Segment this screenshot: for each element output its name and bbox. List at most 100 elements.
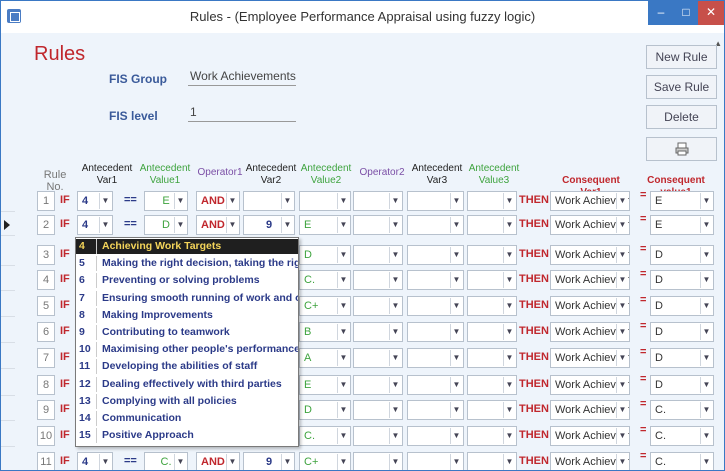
close-button[interactable]: ✕ xyxy=(698,1,724,25)
ant-val1-field[interactable]: C. ▼ xyxy=(144,452,188,470)
chevron-down-icon[interactable]: ▼ xyxy=(616,217,628,233)
maximize-button[interactable]: □ xyxy=(674,1,698,25)
op1-field[interactable]: AND ▼ xyxy=(196,191,240,211)
chevron-down-icon[interactable]: ▼ xyxy=(337,454,349,470)
cons-var1-field[interactable]: Work Achievem ▼ xyxy=(550,452,630,470)
cons-var1-field[interactable]: Work Achievem ▼ xyxy=(550,270,630,290)
chevron-down-icon[interactable]: ▼ xyxy=(281,217,293,233)
chevron-down-icon[interactable]: ▼ xyxy=(389,217,401,233)
fis-level-field[interactable]: 1 xyxy=(188,104,296,122)
ant-val2-field[interactable]: E ▼ xyxy=(299,215,351,235)
ant-val1-field[interactable]: E ▼ xyxy=(144,191,188,211)
chevron-down-icon[interactable]: ▼ xyxy=(99,193,111,209)
ant-var3-field[interactable]: ▼ xyxy=(407,426,464,446)
rule-no-field[interactable]: 11 xyxy=(37,452,55,470)
record-selector[interactable] xyxy=(1,425,15,447)
record-selector[interactable] xyxy=(1,451,15,470)
ant-var3-field[interactable]: ▼ xyxy=(407,322,464,342)
chevron-down-icon[interactable]: ▼ xyxy=(700,402,712,418)
ant-var2-field[interactable]: 9 ▼ xyxy=(243,452,295,470)
op2-field[interactable]: ▼ xyxy=(353,452,403,470)
ant-val2-field[interactable]: C+ ▼ xyxy=(299,296,351,316)
ant-var3-field[interactable]: ▼ xyxy=(407,375,464,395)
op2-field[interactable]: ▼ xyxy=(353,191,403,211)
dropdown-option[interactable]: 13 Complying with all policies xyxy=(76,393,298,409)
ant-var1-field[interactable]: 4 ▼ xyxy=(77,191,113,211)
rule-no-field[interactable]: 7 xyxy=(37,348,55,368)
chevron-down-icon[interactable]: ▼ xyxy=(450,377,462,393)
ant-val3-field[interactable]: ▼ xyxy=(467,215,517,235)
record-selector[interactable] xyxy=(1,214,15,236)
chevron-down-icon[interactable]: ▼ xyxy=(700,247,712,263)
chevron-down-icon[interactable]: ▼ xyxy=(700,193,712,209)
ant-val3-field[interactable]: ▼ xyxy=(467,270,517,290)
cons-var1-field[interactable]: Work Achievem ▼ xyxy=(550,426,630,446)
ant-val3-field[interactable]: ▼ xyxy=(467,400,517,420)
chevron-down-icon[interactable]: ▼ xyxy=(700,350,712,366)
rule-no-field[interactable]: 3 xyxy=(37,245,55,265)
new-rule-button[interactable]: New Rule xyxy=(646,45,717,69)
op2-field[interactable]: ▼ xyxy=(353,270,403,290)
ant-val3-field[interactable]: ▼ xyxy=(467,452,517,470)
fis-group-field[interactable]: Work Achievements xyxy=(188,68,296,86)
cons-val1-field[interactable]: D ▼ xyxy=(650,296,714,316)
ant-val1-field[interactable]: D ▼ xyxy=(144,215,188,235)
cons-val1-field[interactable]: C. ▼ xyxy=(650,426,714,446)
record-selector[interactable] xyxy=(1,190,15,212)
cons-val1-field[interactable]: C. ▼ xyxy=(650,400,714,420)
ant-val3-field[interactable]: ▼ xyxy=(467,296,517,316)
op2-field[interactable]: ▼ xyxy=(353,375,403,395)
dropdown-option[interactable]: 14 Communication xyxy=(76,411,298,426)
chevron-down-icon[interactable]: ▼ xyxy=(389,272,401,288)
cons-var1-field[interactable]: Work Achievem ▼ xyxy=(550,245,630,265)
dropdown-option[interactable]: 4 Achieving Work Targets xyxy=(76,239,298,254)
cons-val1-field[interactable]: D ▼ xyxy=(650,245,714,265)
chevron-down-icon[interactable]: ▼ xyxy=(616,402,628,418)
chevron-down-icon[interactable]: ▼ xyxy=(389,428,401,444)
antecedent-var-dropdown-list[interactable]: 4 Achieving Work Targets 5 Making the right… xyxy=(75,237,299,447)
chevron-down-icon[interactable]: ▼ xyxy=(503,454,515,470)
chevron-down-icon[interactable]: ▼ xyxy=(503,193,515,209)
ant-val2-field[interactable]: D ▼ xyxy=(299,400,351,420)
chevron-down-icon[interactable]: ▼ xyxy=(389,193,401,209)
cons-var1-field[interactable]: Work Achievem ▼ xyxy=(550,375,630,395)
rule-no-field[interactable]: 8 xyxy=(37,375,55,395)
chevron-down-icon[interactable]: ▼ xyxy=(503,350,515,366)
dropdown-option[interactable]: 6 Preventing or solving problems xyxy=(76,273,298,289)
chevron-down-icon[interactable]: ▼ xyxy=(700,454,712,470)
op2-field[interactable]: ▼ xyxy=(353,215,403,235)
record-selector[interactable] xyxy=(1,269,15,291)
rule-no-field[interactable]: 6 xyxy=(37,322,55,342)
ant-var3-field[interactable]: ▼ xyxy=(407,270,464,290)
ant-var3-field[interactable]: ▼ xyxy=(407,215,464,235)
chevron-down-icon[interactable]: ▼ xyxy=(616,247,628,263)
chevron-down-icon[interactable]: ▼ xyxy=(389,298,401,314)
cons-val1-field[interactable]: C. ▼ xyxy=(650,452,714,470)
chevron-down-icon[interactable]: ▼ xyxy=(700,324,712,340)
dropdown-option[interactable]: 11 Developing the abilities of staff xyxy=(76,359,298,375)
ant-val3-field[interactable]: ▼ xyxy=(467,191,517,211)
rule-no-field[interactable]: 2 xyxy=(37,215,55,235)
chevron-down-icon[interactable]: ▼ xyxy=(503,402,515,418)
chevron-down-icon[interactable]: ▼ xyxy=(450,217,462,233)
ant-var1-field[interactable]: 4 ▼ xyxy=(77,452,113,470)
chevron-down-icon[interactable]: ▼ xyxy=(389,247,401,263)
chevron-down-icon[interactable]: ▼ xyxy=(389,324,401,340)
chevron-down-icon[interactable]: ▼ xyxy=(226,193,238,209)
chevron-down-icon[interactable]: ▼ xyxy=(174,454,186,470)
chevron-down-icon[interactable]: ▼ xyxy=(450,402,462,418)
op2-field[interactable]: ▼ xyxy=(353,322,403,342)
op2-field[interactable]: ▼ xyxy=(353,426,403,446)
chevron-down-icon[interactable]: ▼ xyxy=(226,454,238,470)
chevron-down-icon[interactable]: ▼ xyxy=(700,428,712,444)
record-selector[interactable] xyxy=(1,321,15,343)
chevron-down-icon[interactable]: ▼ xyxy=(616,193,628,209)
chevron-down-icon[interactable]: ▼ xyxy=(616,272,628,288)
chevron-down-icon[interactable]: ▼ xyxy=(337,402,349,418)
rule-no-field[interactable]: 10 xyxy=(37,426,55,446)
cons-var1-field[interactable]: Work Achievem ▼ xyxy=(550,296,630,316)
rule-no-field[interactable]: 5 xyxy=(37,296,55,316)
op2-field[interactable]: ▼ xyxy=(353,245,403,265)
record-selector[interactable] xyxy=(1,374,15,396)
ant-val2-field[interactable]: ▼ xyxy=(299,191,351,211)
